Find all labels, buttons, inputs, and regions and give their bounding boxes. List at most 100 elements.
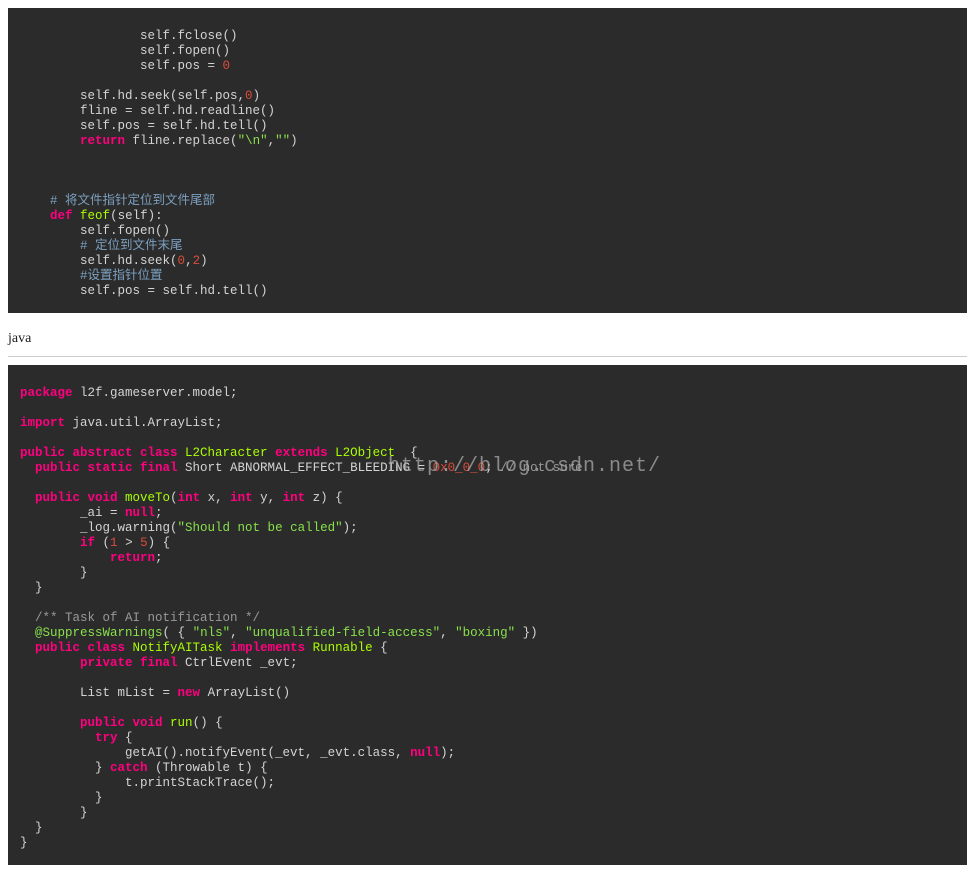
number-literal: 1	[110, 536, 118, 550]
keyword-modifier: public static final	[35, 461, 178, 475]
keyword-type: int	[230, 491, 253, 505]
code-text: (	[95, 536, 110, 550]
code-text: Short ABNORMAL_EFFECT_BLEEDING =	[178, 461, 433, 475]
code-text: fline.replace(	[125, 134, 238, 148]
keyword-extends: extends	[275, 446, 328, 460]
keyword-return: return	[110, 551, 155, 565]
code-text: )	[253, 89, 261, 103]
comment-text: #设置指针位置	[80, 269, 163, 283]
code-text: (Throwable t) {	[148, 761, 268, 775]
number-literal: 0	[178, 254, 186, 268]
code-text: List mList =	[80, 686, 178, 700]
code-text: self.hd.seek(self.pos,	[80, 89, 245, 103]
keyword-import: import	[20, 416, 65, 430]
code-text: }	[20, 836, 28, 850]
number-literal: 0	[245, 89, 253, 103]
code-text: ( {	[163, 626, 193, 640]
number-literal: 5	[140, 536, 148, 550]
code-text: t.printStackTrace();	[125, 776, 275, 790]
code-text: );	[440, 746, 455, 760]
code-text: fline = self.hd.readline()	[80, 104, 275, 118]
code-text: self.fopen()	[140, 44, 230, 58]
code-text: }	[80, 566, 88, 580]
code-text: }	[95, 761, 110, 775]
heading-divider	[8, 356, 967, 357]
java-code-block: package l2f.gameserver.model; import jav…	[8, 365, 967, 865]
keyword-try: try	[95, 731, 118, 745]
code-text: ;	[485, 461, 500, 475]
python-code-block: self.fclose() self.fopen() self.pos = 0 …	[8, 8, 967, 313]
comment-text: /** Task of AI notification */	[35, 611, 260, 625]
keyword-if: if	[80, 536, 95, 550]
keyword-package: package	[20, 386, 73, 400]
code-text: self.pos = self.hd.tell()	[80, 119, 268, 133]
code-text: java.util.ArrayList;	[65, 416, 223, 430]
code-text: ,	[268, 134, 276, 148]
keyword-class: public abstract class	[20, 446, 178, 460]
code-text: }	[35, 581, 43, 595]
code-text: >	[118, 536, 141, 550]
code-text: }	[95, 791, 103, 805]
string-literal: "boxing"	[455, 626, 515, 640]
keyword-return: return	[80, 134, 125, 148]
code-text: ,	[230, 626, 245, 640]
keyword-null: null	[410, 746, 440, 760]
code-text: self.fopen()	[80, 224, 170, 238]
comment-text: # 将文件指针定位到文件尾部	[50, 194, 215, 208]
number-literal: 2	[193, 254, 201, 268]
code-text: l2f.gameserver.model;	[73, 386, 238, 400]
code-text: (	[170, 491, 178, 505]
code-text: })	[515, 626, 538, 640]
code-text: ) {	[148, 536, 171, 550]
string-literal: "unqualified-field-access"	[245, 626, 440, 640]
string-literal: ""	[275, 134, 290, 148]
code-text: {	[373, 641, 388, 655]
keyword-type: int	[283, 491, 306, 505]
code-text: CtrlEvent _evt;	[178, 656, 298, 670]
code-text: ArrayList()	[200, 686, 290, 700]
code-text: self.fclose()	[140, 29, 238, 43]
code-text: )	[290, 134, 298, 148]
code-text: {	[395, 446, 418, 460]
annotation: @SuppressWarnings	[35, 626, 163, 640]
class-name: L2Character	[185, 446, 268, 460]
number-literal: 0	[223, 59, 231, 73]
java-heading: java	[8, 331, 967, 350]
code-text: );	[343, 521, 358, 535]
keyword-new: new	[178, 686, 201, 700]
number-literal: 0x0_0_0	[433, 461, 486, 475]
code-text: self.pos =	[140, 59, 223, 73]
method-name: run	[170, 716, 193, 730]
code-text: y,	[253, 491, 283, 505]
code-text: _ai =	[80, 506, 125, 520]
code-text: {	[118, 731, 133, 745]
code-text: ,	[440, 626, 455, 640]
keyword-null: null	[125, 506, 155, 520]
function-name: feof	[80, 209, 110, 223]
keyword-implements: implements	[230, 641, 305, 655]
keyword-method: public void	[80, 716, 163, 730]
comment-text: # 定位到文件末尾	[80, 239, 183, 253]
string-literal: "nls"	[193, 626, 231, 640]
string-literal: "\n"	[238, 134, 268, 148]
comment-text: // not sure	[500, 461, 583, 475]
code-text: self.hd.seek(	[80, 254, 178, 268]
code-text: (self):	[110, 209, 163, 223]
string-literal: "Should not be called"	[178, 521, 343, 535]
class-name: NotifyAITask	[133, 641, 223, 655]
class-name: Runnable	[313, 641, 373, 655]
code-text: }	[35, 821, 43, 835]
keyword-method: public void	[35, 491, 118, 505]
code-text: )	[200, 254, 208, 268]
keyword-catch: catch	[110, 761, 148, 775]
keyword-type: int	[178, 491, 201, 505]
code-text: self.pos = self.hd.tell()	[80, 284, 268, 298]
code-text: ;	[155, 551, 163, 565]
keyword-class: public class	[35, 641, 125, 655]
keyword-modifier: private final	[80, 656, 178, 670]
code-text: () {	[193, 716, 223, 730]
code-text: ,	[185, 254, 193, 268]
code-text: x,	[200, 491, 230, 505]
class-name: L2Object	[335, 446, 395, 460]
code-text: }	[80, 806, 88, 820]
